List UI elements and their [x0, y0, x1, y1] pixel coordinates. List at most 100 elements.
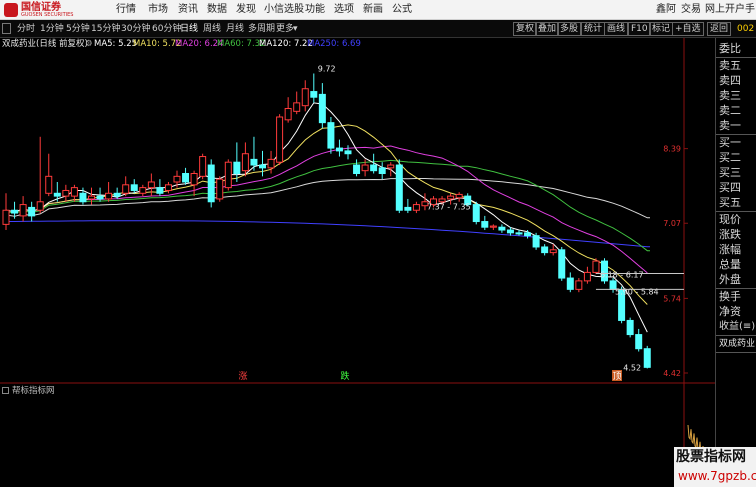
- candle-body[interactable]: [549, 249, 557, 254]
- multi-stock-button[interactable]: 多股: [557, 22, 582, 36]
- candle-body[interactable]: [327, 122, 335, 149]
- menu-data[interactable]: 数据: [207, 3, 227, 17]
- candle-body[interactable]: [259, 164, 266, 169]
- candle-body[interactable]: [472, 204, 480, 223]
- candle-body[interactable]: [122, 184, 130, 194]
- menu-markets[interactable]: 市场: [148, 3, 168, 17]
- adjust-button[interactable]: 复权: [513, 22, 538, 36]
- candle-body[interactable]: [575, 280, 583, 290]
- candle-body[interactable]: [156, 187, 164, 194]
- candle-body[interactable]: [11, 209, 19, 214]
- candle-body[interactable]: [455, 193, 463, 199]
- candle-body[interactable]: [515, 232, 523, 235]
- candle-body[interactable]: [635, 334, 643, 350]
- candle-body[interactable]: [207, 164, 215, 203]
- candle-body[interactable]: [447, 195, 455, 200]
- candle-body[interactable]: [583, 271, 591, 282]
- candle-body[interactable]: [489, 225, 497, 228]
- candle-body[interactable]: [361, 164, 369, 172]
- menu-formula[interactable]: 公式: [392, 3, 412, 17]
- tab-daily[interactable]: 日线: [180, 23, 198, 35]
- candle-body[interactable]: [412, 204, 420, 211]
- candle-body[interactable]: [344, 150, 352, 155]
- candle-body[interactable]: [506, 229, 514, 234]
- candle-body[interactable]: [199, 156, 207, 177]
- candle-body[interactable]: [558, 249, 566, 279]
- candle-body[interactable]: [592, 260, 600, 273]
- draw-line-button[interactable]: 画线: [604, 22, 629, 36]
- menu-open-account[interactable]: 网上开户: [705, 3, 745, 17]
- menu-mobile[interactable]: 手: [745, 3, 755, 17]
- candle-body[interactable]: [147, 181, 155, 189]
- menu-functions[interactable]: 功能: [305, 3, 325, 17]
- menu-layout[interactable]: 新画: [363, 3, 383, 17]
- candle-body[interactable]: [79, 192, 87, 203]
- candle-body[interactable]: [378, 167, 386, 175]
- candle-body[interactable]: [643, 348, 651, 368]
- candle-body[interactable]: [524, 232, 532, 237]
- candle-body[interactable]: [88, 195, 95, 200]
- candle-body[interactable]: [284, 108, 292, 121]
- candle-body[interactable]: [395, 164, 403, 211]
- candle-body[interactable]: [233, 161, 241, 175]
- tab-60min[interactable]: 60分钟: [152, 23, 181, 35]
- candle-body[interactable]: [250, 158, 258, 166]
- menu-market[interactable]: 行情: [116, 3, 136, 17]
- candle-body[interactable]: [498, 226, 506, 231]
- menu-news[interactable]: 资讯: [178, 3, 198, 17]
- kline-chart[interactable]: 9.72 7.37 - 7.35 6.18 - 6.17 5.90 - 5.84 4.5…: [0, 38, 715, 487]
- candle-body[interactable]: [113, 192, 121, 197]
- menu-discover[interactable]: 发现: [236, 3, 256, 17]
- candle-body[interactable]: [626, 319, 634, 336]
- candle-body[interactable]: [19, 204, 27, 217]
- candle-body[interactable]: [310, 91, 318, 98]
- candle-body[interactable]: [130, 184, 138, 191]
- candle-body[interactable]: [481, 221, 489, 228]
- overlay-button[interactable]: 叠加: [535, 22, 560, 36]
- candle-body[interactable]: [335, 147, 343, 152]
- tab-30min[interactable]: 30分钟: [121, 23, 150, 35]
- menu-options[interactable]: 选项: [334, 3, 354, 17]
- candle-body[interactable]: [28, 206, 36, 217]
- menu-xinjia[interactable]: 鑫阿: [656, 3, 676, 17]
- candle-body[interactable]: [224, 161, 232, 189]
- candle-body[interactable]: [301, 88, 309, 107]
- sidebar-toggle-icon[interactable]: [2, 23, 11, 34]
- tab-intraday[interactable]: 分时: [17, 23, 35, 35]
- candle-body[interactable]: [36, 201, 44, 211]
- candle-body[interactable]: [190, 173, 198, 186]
- tab-1min[interactable]: 1分钟: [40, 23, 64, 35]
- candle-body[interactable]: [276, 116, 284, 163]
- tab-monthly[interactable]: 月线: [226, 23, 244, 35]
- candle-body[interactable]: [387, 164, 395, 169]
- menu-trade[interactable]: 交易: [681, 3, 701, 17]
- candle-body[interactable]: [241, 153, 249, 172]
- candle-body[interactable]: [318, 93, 326, 124]
- candle-body[interactable]: [566, 277, 574, 290]
- candle-body[interactable]: [293, 102, 301, 112]
- menu-stock-picker[interactable]: 小信选股: [264, 3, 304, 17]
- candle-body[interactable]: [404, 206, 412, 211]
- more-dropdown-icon[interactable]: ▾: [293, 23, 298, 35]
- candle-body[interactable]: [353, 164, 361, 175]
- candle-body[interactable]: [62, 189, 70, 197]
- candle-body[interactable]: [267, 158, 275, 169]
- tab-multi-period[interactable]: 多周期: [248, 23, 275, 35]
- candle-body[interactable]: [45, 175, 53, 194]
- tab-more[interactable]: 更多: [276, 23, 294, 35]
- candle-body[interactable]: [532, 235, 540, 248]
- candle-body[interactable]: [182, 173, 190, 183]
- candle-body[interactable]: [370, 164, 378, 172]
- candle-body[interactable]: [173, 175, 181, 183]
- candle-body[interactable]: [541, 246, 549, 254]
- candle-body[interactable]: [216, 178, 224, 200]
- statistics-button[interactable]: 统计: [581, 22, 606, 36]
- settings-gear-icon[interactable]: ⚙: [85, 38, 93, 51]
- tab-weekly[interactable]: 周线: [203, 23, 221, 35]
- indicator-toggle-icon[interactable]: [2, 387, 9, 394]
- tab-5min[interactable]: 5分钟: [66, 23, 90, 35]
- candle-body[interactable]: [53, 192, 61, 197]
- mark-button[interactable]: 标记: [649, 22, 674, 36]
- candle-body[interactable]: [105, 192, 113, 200]
- tab-15min[interactable]: 15分钟: [91, 23, 120, 35]
